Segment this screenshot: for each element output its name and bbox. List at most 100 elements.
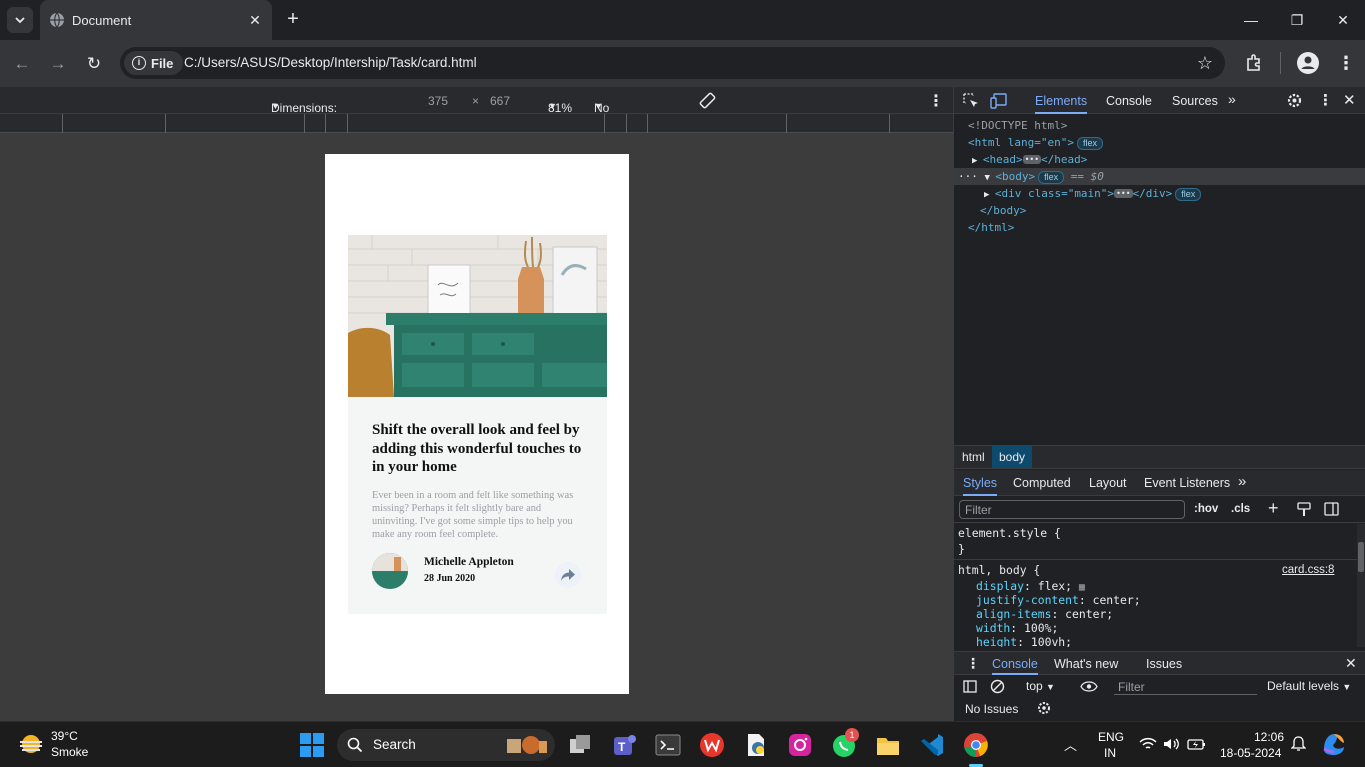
styles-scrollbar[interactable] (1357, 524, 1365, 647)
cls-toggle[interactable]: .cls (1231, 503, 1250, 515)
styles-filter-input[interactable]: Filter (959, 500, 1185, 519)
expand-arrow-icon[interactable]: ▶ (984, 190, 995, 200)
weather-smoke-icon[interactable] (18, 732, 44, 756)
default-levels-dropdown[interactable]: Default levels ▼ (1267, 679, 1351, 693)
dom-html[interactable]: <html lang="en"> flex (954, 134, 1365, 151)
tab-console[interactable]: Console (1106, 94, 1152, 108)
device-width-input[interactable]: 375 (428, 94, 448, 108)
window-close-button[interactable]: ✕ (1333, 10, 1353, 30)
drawer-tab-issues[interactable]: Issues (1146, 657, 1182, 671)
site-info-chip[interactable]: i File (124, 51, 184, 75)
row-menu-icon[interactable]: ··· (958, 170, 985, 183)
vscode-icon[interactable] (918, 731, 946, 759)
windows-start-icon[interactable] (298, 731, 326, 759)
flex-badge[interactable]: flex (1076, 137, 1103, 150)
drawer-close-icon[interactable]: ✕ (1345, 655, 1357, 672)
dom-doctype[interactable]: <!DOCTYPE html> (954, 117, 1365, 134)
ellipsis-icon[interactable]: ••• (1022, 155, 1042, 164)
python-file-icon[interactable] (742, 731, 770, 759)
devtools-close-icon[interactable]: ✕ (1343, 91, 1356, 109)
forward-icon[interactable]: → (46, 52, 70, 76)
dom-div-main[interactable]: ▶ <div class="main"> ••• </div> flex (954, 185, 1365, 202)
tab-event-listeners[interactable]: Event Listeners (1144, 476, 1230, 490)
clock-date[interactable]: 18-05-2024 (1220, 746, 1281, 760)
context-selector[interactable]: top ▼ (1026, 679, 1055, 693)
flex-badge[interactable]: flex (1038, 171, 1065, 184)
profile-icon[interactable] (1297, 52, 1319, 74)
console-filter-input[interactable]: Filter (1114, 677, 1257, 695)
battery-charging-icon[interactable] (1187, 737, 1206, 751)
language-primary[interactable]: ENG (1098, 730, 1124, 744)
more-tabs-icon[interactable]: » (1228, 91, 1236, 107)
sidebar-toggle-icon[interactable] (1324, 502, 1339, 516)
rule-source-link[interactable]: card.css:8 (1282, 563, 1334, 577)
live-expression-eye-icon[interactable] (1080, 681, 1098, 692)
volume-icon[interactable] (1163, 737, 1180, 751)
browser-menu-icon[interactable]: ⋮ (1337, 52, 1355, 74)
declaration-display[interactable]: display: flex; ▦ (976, 579, 1085, 593)
taskbar-search-box[interactable]: Search (337, 729, 555, 761)
wps-office-icon[interactable] (698, 731, 726, 759)
flex-badge[interactable]: flex (1175, 188, 1202, 201)
dom-head[interactable]: ▶ <head> ••• </head> (954, 151, 1365, 168)
tab-search-button[interactable] (7, 7, 33, 33)
address-bar[interactable]: i File C:/Users/ASUS/Desktop/Intership/T… (120, 47, 1225, 79)
ellipsis-icon[interactable]: ••• (1114, 189, 1133, 198)
reload-icon[interactable]: ↻ (82, 52, 106, 76)
minimize-button[interactable]: — (1241, 10, 1261, 30)
extensions-icon[interactable] (1244, 53, 1264, 73)
devtools-menu-icon[interactable]: ⋮ (1318, 91, 1333, 109)
dom-body-selected[interactable]: ··· ▼ <body> flex == $0 (954, 168, 1365, 185)
back-icon[interactable]: ← (10, 52, 34, 76)
settings-gear-icon[interactable] (1286, 92, 1303, 109)
tab-computed[interactable]: Computed (1013, 476, 1071, 490)
clock-time[interactable]: 12:06 (1254, 730, 1284, 744)
declaration-width[interactable]: width: 100%; (976, 621, 1058, 635)
new-rule-icon[interactable]: + (1268, 498, 1279, 519)
declaration-justify-content[interactable]: justify-content: center; (976, 593, 1141, 607)
teams-icon[interactable]: T (610, 731, 638, 759)
console-sidebar-icon[interactable] (963, 680, 977, 693)
language-secondary[interactable]: IN (1104, 746, 1116, 760)
declaration-height[interactable]: height: 100vh; (976, 635, 1072, 647)
chrome-icon[interactable] (962, 731, 990, 759)
copilot-icon[interactable] (1320, 731, 1348, 757)
device-height-input[interactable]: 667 (490, 94, 510, 108)
flex-editor-icon[interactable]: ▦ (1079, 582, 1085, 593)
console-settings-gear-icon[interactable] (1036, 700, 1052, 716)
notification-bell-icon[interactable] (1291, 736, 1306, 752)
dom-html-close[interactable]: </html> (954, 219, 1365, 236)
wifi-icon[interactable] (1139, 737, 1157, 751)
device-toolbar-menu-icon[interactable]: ⋮ (928, 91, 944, 111)
show-hidden-icons[interactable]: ︿ (1064, 735, 1077, 754)
new-tab-button[interactable]: + (282, 8, 304, 30)
breadcrumb-body[interactable]: body (992, 446, 1033, 468)
paint-brush-icon[interactable] (1297, 502, 1311, 517)
terminal-icon[interactable] (654, 731, 682, 759)
rotate-icon[interactable] (698, 91, 717, 110)
file-explorer-icon[interactable] (874, 731, 902, 759)
share-button[interactable] (555, 562, 581, 588)
tab-layout[interactable]: Layout (1089, 476, 1127, 490)
dom-body-close[interactable]: </body> (954, 202, 1365, 219)
url-text[interactable]: C:/Users/ASUS/Desktop/Intership/Task/car… (184, 55, 477, 70)
tab-styles[interactable]: Styles (963, 476, 998, 496)
rule-selector[interactable]: html, body { (958, 563, 1040, 577)
restore-button[interactable]: ❐ (1287, 10, 1307, 30)
clear-console-icon[interactable] (990, 679, 1005, 694)
instagram-icon[interactable] (786, 731, 814, 759)
tab-close-button[interactable]: ✕ (246, 11, 264, 29)
bookmark-star-icon[interactable]: ☆ (1197, 53, 1213, 74)
tab-sources[interactable]: Sources (1172, 94, 1218, 108)
more-tabs-icon[interactable]: » (1238, 473, 1246, 490)
drawer-menu-icon[interactable]: ⋮ (966, 655, 980, 672)
drawer-tab-whats-new[interactable]: What's new (1054, 657, 1118, 671)
drawer-tab-console[interactable]: Console (992, 657, 1038, 675)
collapse-arrow-icon[interactable]: ▼ (985, 173, 996, 183)
hov-toggle[interactable]: :hov (1194, 503, 1218, 515)
expand-arrow-icon[interactable]: ▶ (972, 156, 983, 166)
browser-tab[interactable]: Document ✕ (40, 0, 272, 40)
declaration-align-items[interactable]: align-items: center; (976, 607, 1113, 621)
tab-elements[interactable]: Elements (1035, 94, 1088, 114)
element-style-rule[interactable]: element.style { (958, 526, 1061, 540)
